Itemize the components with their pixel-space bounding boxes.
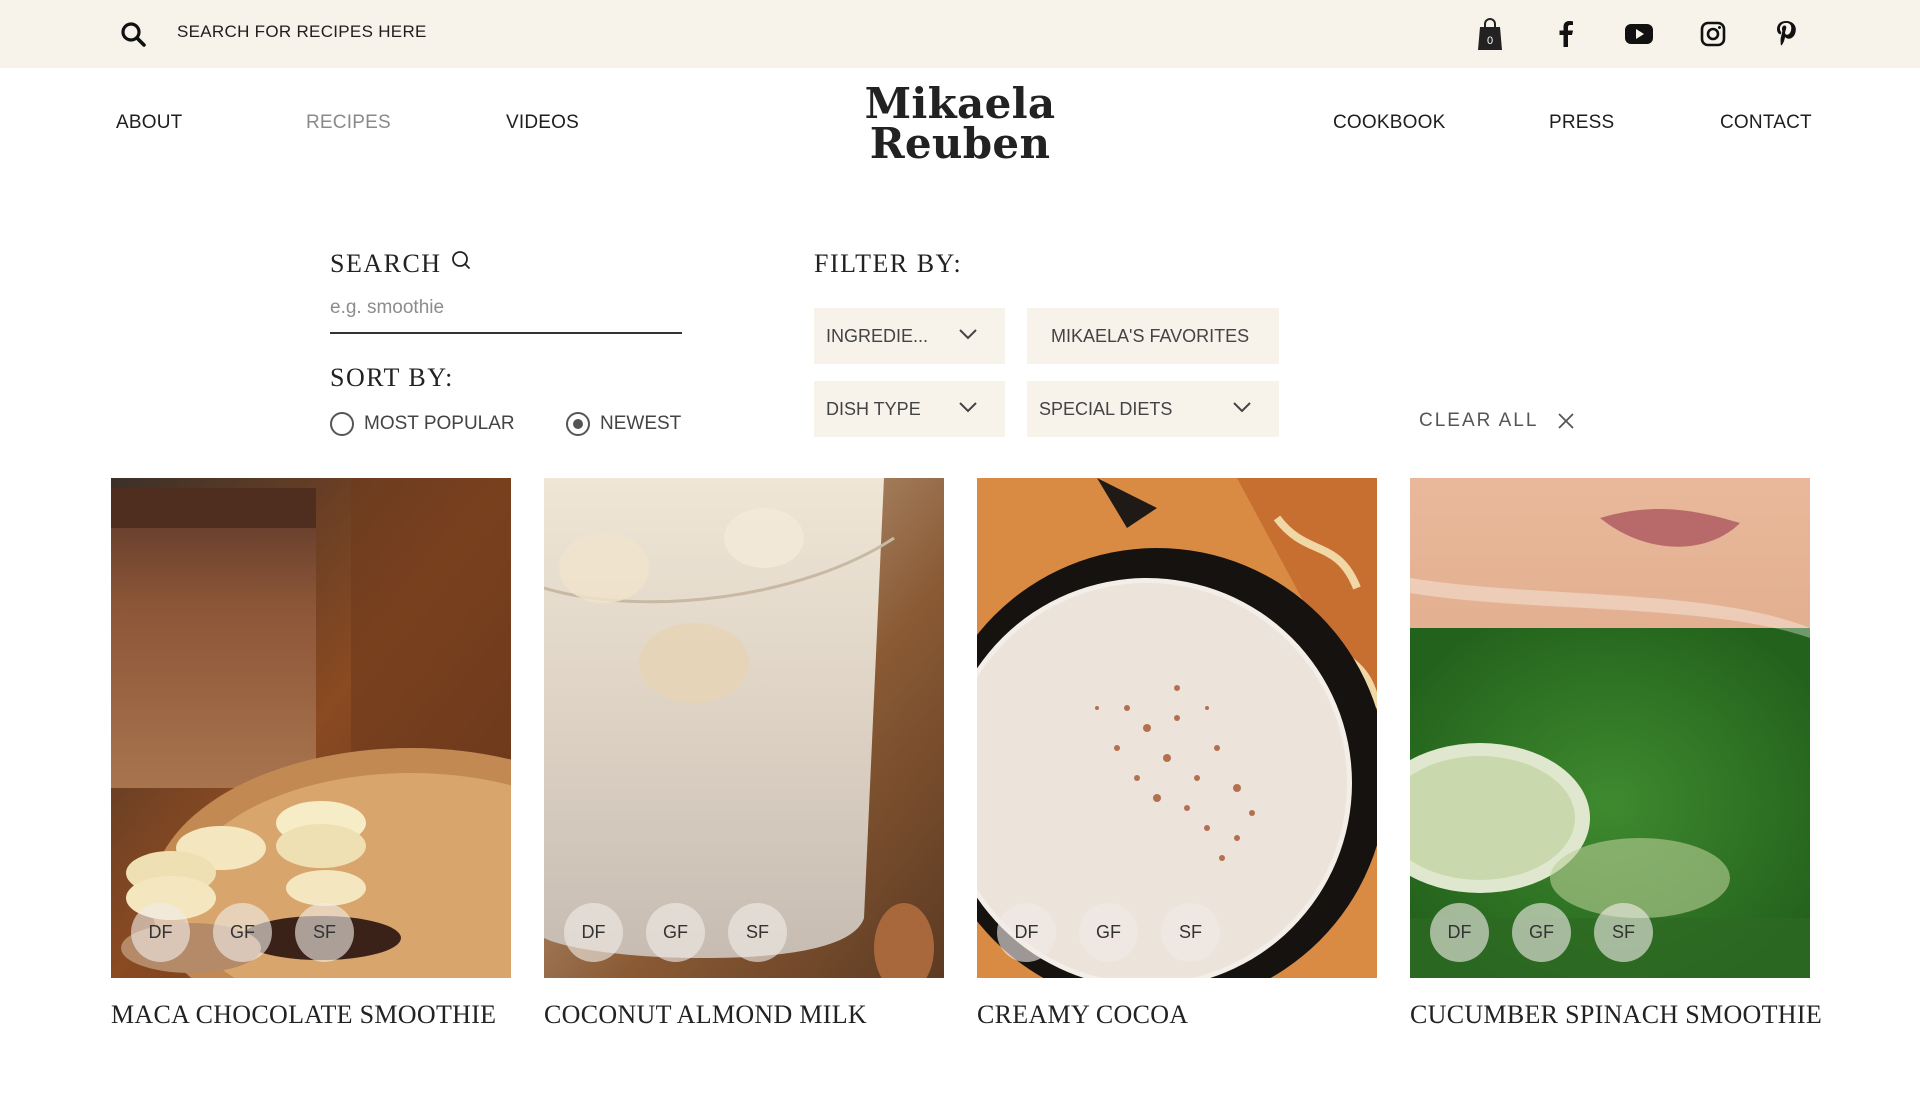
instagram-link[interactable]	[1695, 16, 1731, 52]
diet-badge-gf: GF	[1079, 903, 1138, 962]
diet-badge-df: DF	[997, 903, 1056, 962]
search-icon[interactable]	[450, 250, 472, 272]
radio-unchecked-icon	[330, 412, 354, 436]
recipe-image-cucumber-spinach-smoothie[interactable]: DF GF SF	[1410, 478, 1810, 978]
recipe-title[interactable]: CUCUMBER SPINACH SMOOTHIE	[1410, 1000, 1822, 1030]
recipe-image-maca-chocolate-smoothie[interactable]: DF GF SF	[111, 478, 511, 978]
diet-badges: DF GF SF	[1430, 903, 1653, 962]
facebook-icon	[1559, 21, 1573, 47]
favorites-filter-button[interactable]: MIKAELA'S FAVORITES	[1027, 308, 1279, 364]
nav-recipes[interactable]: RECIPES	[306, 112, 391, 134]
dropdown-label: SPECIAL DIETS	[1039, 398, 1173, 419]
chevron-down-icon	[959, 402, 977, 413]
diet-badge-gf: GF	[213, 903, 272, 962]
chevron-down-icon	[959, 329, 977, 340]
shopping-bag-icon: 0	[1478, 18, 1502, 50]
sort-option-label: MOST POPULAR	[364, 413, 515, 434]
diet-badge-gf: GF	[1512, 903, 1571, 962]
nav-about[interactable]: ABOUT	[116, 112, 182, 134]
diet-badges: DF GF SF	[997, 903, 1220, 962]
diet-badge-df: DF	[564, 903, 623, 962]
facebook-link[interactable]	[1548, 16, 1584, 52]
pinterest-icon	[1777, 21, 1796, 46]
nav-cookbook[interactable]: COOKBOOK	[1333, 112, 1445, 134]
filter-button-label: MIKAELA'S FAVORITES	[1051, 325, 1250, 346]
recipe-image-coconut-almond-milk[interactable]: DF GF SF	[544, 478, 944, 978]
search-icon[interactable]	[120, 21, 146, 47]
recipe-filter-search-input[interactable]	[330, 288, 682, 334]
diet-badge-sf: SF	[1161, 903, 1220, 962]
pinterest-link[interactable]	[1768, 16, 1804, 52]
diet-badges: DF GF SF	[564, 903, 787, 962]
diet-badge-sf: SF	[295, 903, 354, 962]
youtube-link[interactable]	[1621, 16, 1657, 52]
logo-line-1: Mikaela	[864, 79, 1056, 128]
recipe-card[interactable]: DF GF SF COCONUT ALMOND MILK	[544, 478, 944, 1030]
recipe-card[interactable]: DF GF SF CREAMY COCOA	[977, 478, 1377, 1030]
recipe-card[interactable]: DF GF SF MACA CHOCOLATE SMOOTHIE	[111, 478, 511, 1030]
top-bar: SEARCH FOR RECIPES HERE 0	[0, 0, 1920, 68]
recipe-title[interactable]: CREAMY COCOA	[977, 1000, 1377, 1030]
radio-checked-icon	[566, 412, 590, 436]
nav-contact[interactable]: CONTACT	[1720, 112, 1812, 134]
recipe-search-input[interactable]: SEARCH FOR RECIPES HERE	[177, 22, 427, 42]
clear-all-label: CLEAR ALL	[1419, 410, 1539, 431]
recipe-image-creamy-cocoa[interactable]: DF GF SF	[977, 478, 1377, 978]
dropdown-label: DISH TYPE	[826, 398, 921, 419]
special-diets-dropdown[interactable]: SPECIAL DIETS	[1027, 381, 1279, 437]
diet-badge-sf: SF	[728, 903, 787, 962]
sort-newest-radio[interactable]: NEWEST	[566, 412, 681, 436]
chevron-down-icon	[1233, 402, 1251, 413]
sort-most-popular-radio[interactable]: MOST POPULAR	[330, 412, 515, 436]
instagram-icon	[1700, 21, 1726, 47]
cart-button[interactable]: 0	[1472, 16, 1508, 52]
logo-line-2: Reuben	[869, 119, 1051, 168]
nav-press[interactable]: PRESS	[1549, 112, 1614, 134]
sort-option-label: NEWEST	[600, 413, 682, 434]
recipe-title[interactable]: COCONUT ALMOND MILK	[544, 1000, 944, 1030]
cart-count: 0	[1487, 35, 1493, 47]
clear-all-button[interactable]: CLEAR ALL	[1419, 410, 1575, 432]
nav-videos[interactable]: VIDEOS	[506, 112, 579, 134]
sort-label: SORT BY:	[330, 363, 454, 392]
diet-badge-gf: GF	[646, 903, 705, 962]
recipe-title[interactable]: MACA CHOCOLATE SMOOTHIE	[111, 1000, 511, 1030]
search-label: SEARCH	[330, 249, 442, 278]
diet-badge-df: DF	[1430, 903, 1489, 962]
filter-label: FILTER BY:	[814, 249, 963, 278]
recipe-card[interactable]: DF GF SF CUCUMBER SPINACH SMOOTHIE	[1410, 478, 1822, 1030]
dish-type-dropdown[interactable]: DISH TYPE	[814, 381, 1005, 437]
diet-badge-sf: SF	[1594, 903, 1653, 962]
site-logo[interactable]: Mikaela Reuben	[860, 79, 1060, 168]
diet-badges: DF GF SF	[131, 903, 354, 962]
close-icon	[1558, 413, 1575, 429]
ingredients-dropdown[interactable]: INGREDIE...	[814, 308, 1005, 364]
youtube-icon	[1625, 24, 1653, 44]
dropdown-label: INGREDIE...	[826, 325, 929, 346]
diet-badge-df: DF	[131, 903, 190, 962]
